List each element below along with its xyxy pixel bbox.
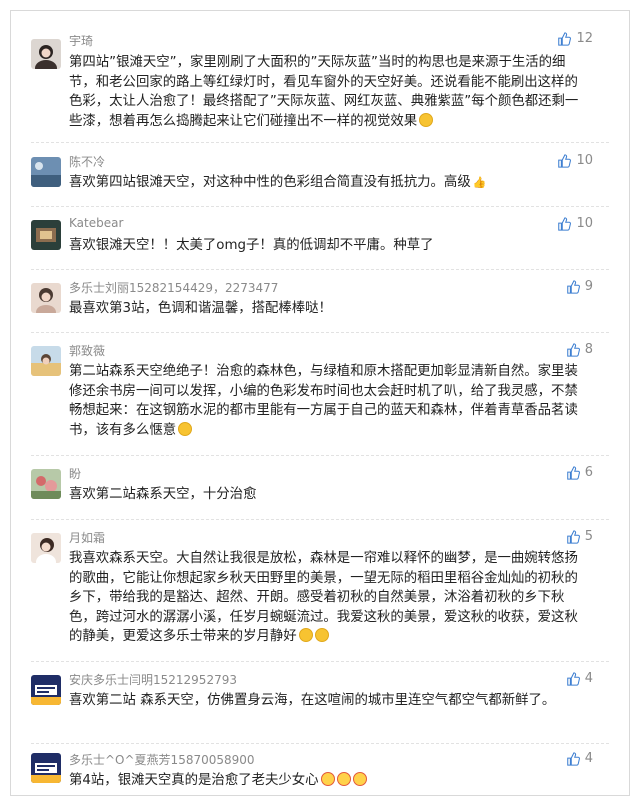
divider xyxy=(31,455,609,456)
avatar[interactable] xyxy=(31,157,61,187)
thumbs-up-icon xyxy=(566,342,580,357)
comment-author[interactable]: 多乐士^O^夏燕芳15870058900 xyxy=(69,751,255,768)
comment-author[interactable]: 月如霜 xyxy=(69,529,105,546)
thumbs-up-icon xyxy=(566,279,580,294)
thumbs-up-icon xyxy=(566,751,580,766)
comment-text: 喜欢第二站 森系天空，仿佛置身云海，在这喧闹的城市里连空气都空气都新鲜了。 xyxy=(69,691,591,711)
wink-emoji-icon xyxy=(178,421,193,436)
avatar[interactable] xyxy=(31,675,61,705)
comment-author[interactable]: Katebear xyxy=(69,216,123,230)
thumbs-up-icon xyxy=(566,671,580,686)
comment-text-content: 喜欢银滩天空！！太美了omg子！真的低调却不平庸。种草了 xyxy=(69,238,434,253)
comment-text: 喜欢银滩天空！！太美了omg子！真的低调却不平庸。种草了 xyxy=(69,236,591,256)
like-button[interactable]: 5 xyxy=(566,529,593,544)
like-count: 5 xyxy=(584,529,593,544)
comment-text-content: 喜欢第四站银滩天空，对这种中性的色彩组合简直没有抵抗力。高级 xyxy=(69,175,471,190)
thumbs-up-icon xyxy=(558,216,572,231)
divider xyxy=(31,661,609,662)
like-button[interactable]: 10 xyxy=(557,216,593,231)
divider xyxy=(31,519,609,520)
comment-text: 最喜欢第3站，色调和谐温馨，搭配棒棒哒！ xyxy=(69,299,591,319)
comment-text-content: 第四站”银滩天空”，家里刚刷了大面积的”天际灰蓝”当时的构思也是来源于生活的细节… xyxy=(69,55,579,129)
avatar[interactable] xyxy=(31,220,61,250)
surprised-emoji-icon xyxy=(352,772,367,786)
thumbs-up-icon xyxy=(558,153,572,168)
like-count: 6 xyxy=(584,465,593,480)
thumbs-up-icon xyxy=(558,31,572,46)
avatar[interactable] xyxy=(31,283,61,313)
divider xyxy=(31,743,609,744)
like-count: 9 xyxy=(584,279,593,294)
like-count: 4 xyxy=(584,671,593,686)
avatar[interactable] xyxy=(31,39,61,69)
clap-emoji-icon: 👍 xyxy=(472,176,487,189)
like-count: 10 xyxy=(576,216,593,231)
like-count: 4 xyxy=(584,751,593,766)
like-button[interactable]: 10 xyxy=(557,153,593,168)
comment-author[interactable]: 宇琦 xyxy=(69,32,93,49)
avatar[interactable] xyxy=(31,753,61,783)
like-button[interactable]: 8 xyxy=(566,342,593,357)
divider xyxy=(31,269,609,270)
comment-text: 第4站，银滩天空真的是治愈了老夫少女心 xyxy=(69,771,591,791)
like-button[interactable]: 6 xyxy=(566,465,593,480)
heart-eyes-emoji-icon xyxy=(314,628,329,642)
comment-text-content: 第4站，银滩天空真的是治愈了老夫少女心 xyxy=(69,773,319,788)
avatar[interactable] xyxy=(31,533,61,563)
thumbs-up-icon xyxy=(566,529,580,544)
avatar[interactable] xyxy=(31,469,61,499)
comments-panel: 宇琦 12 第四站”银滩天空”，家里刚刷了大面积的”天际灰蓝”当时的构思也是来源… xyxy=(10,10,630,796)
comment-text: 我喜欢森系天空。大自然让我很是放松，森林是一帘难以释怀的幽梦，是一曲婉转悠扬的歌… xyxy=(69,549,591,647)
divider xyxy=(31,332,609,333)
comment-text-content: 最喜欢第3站，色调和谐温馨，搭配棒棒哒！ xyxy=(69,301,332,316)
comment-text: 第二站森系天空绝绝子！治愈的森林色，与绿植和原木搭配更加彰显清新自然。家里装修还… xyxy=(69,362,591,440)
comment-author[interactable]: 郭致薇 xyxy=(69,342,105,359)
like-count: 10 xyxy=(576,153,593,168)
comment-author[interactable]: 陈不冷 xyxy=(69,153,105,170)
like-button[interactable]: 12 xyxy=(557,31,593,46)
surprised-emoji-icon xyxy=(320,772,335,786)
comment-text-content: 喜欢第二站 森系天空，仿佛置身云海，在这喧闹的城市里连空气都空气都新鲜了。 xyxy=(69,693,556,708)
like-button[interactable]: 4 xyxy=(566,671,593,686)
comment-author[interactable]: 安庆多乐士闫明15212952793 xyxy=(69,671,237,688)
comment-author[interactable]: 多乐士刘丽15282154429，2273477 xyxy=(69,279,278,296)
divider xyxy=(31,206,609,207)
like-count: 12 xyxy=(576,31,593,46)
like-button[interactable]: 4 xyxy=(566,751,593,766)
avatar[interactable] xyxy=(31,346,61,376)
heart-eyes-emoji-icon xyxy=(298,628,313,642)
like-button[interactable]: 9 xyxy=(566,279,593,294)
comment-text: 喜欢第二站森系天空，十分治愈 xyxy=(69,485,591,505)
like-count: 8 xyxy=(584,342,593,357)
divider xyxy=(31,142,609,143)
comment-text: 第四站”银滩天空”，家里刚刷了大面积的”天际灰蓝”当时的构思也是来源于生活的细节… xyxy=(69,53,591,131)
comment-author[interactable]: 盼 xyxy=(69,465,81,482)
comment-text-content: 喜欢第二站森系天空，十分治愈 xyxy=(69,487,257,502)
thumbs-up-icon xyxy=(566,465,580,480)
surprised-emoji-icon xyxy=(336,772,351,786)
grin-emoji-icon xyxy=(419,112,434,127)
comment-text: 喜欢第四站银滩天空，对这种中性的色彩组合简直没有抵抗力。高级 👍 xyxy=(69,173,591,193)
comment-text-content: 第二站森系天空绝绝子！治愈的森林色，与绿植和原木搭配更加彰显清新自然。家里装修还… xyxy=(69,364,578,438)
